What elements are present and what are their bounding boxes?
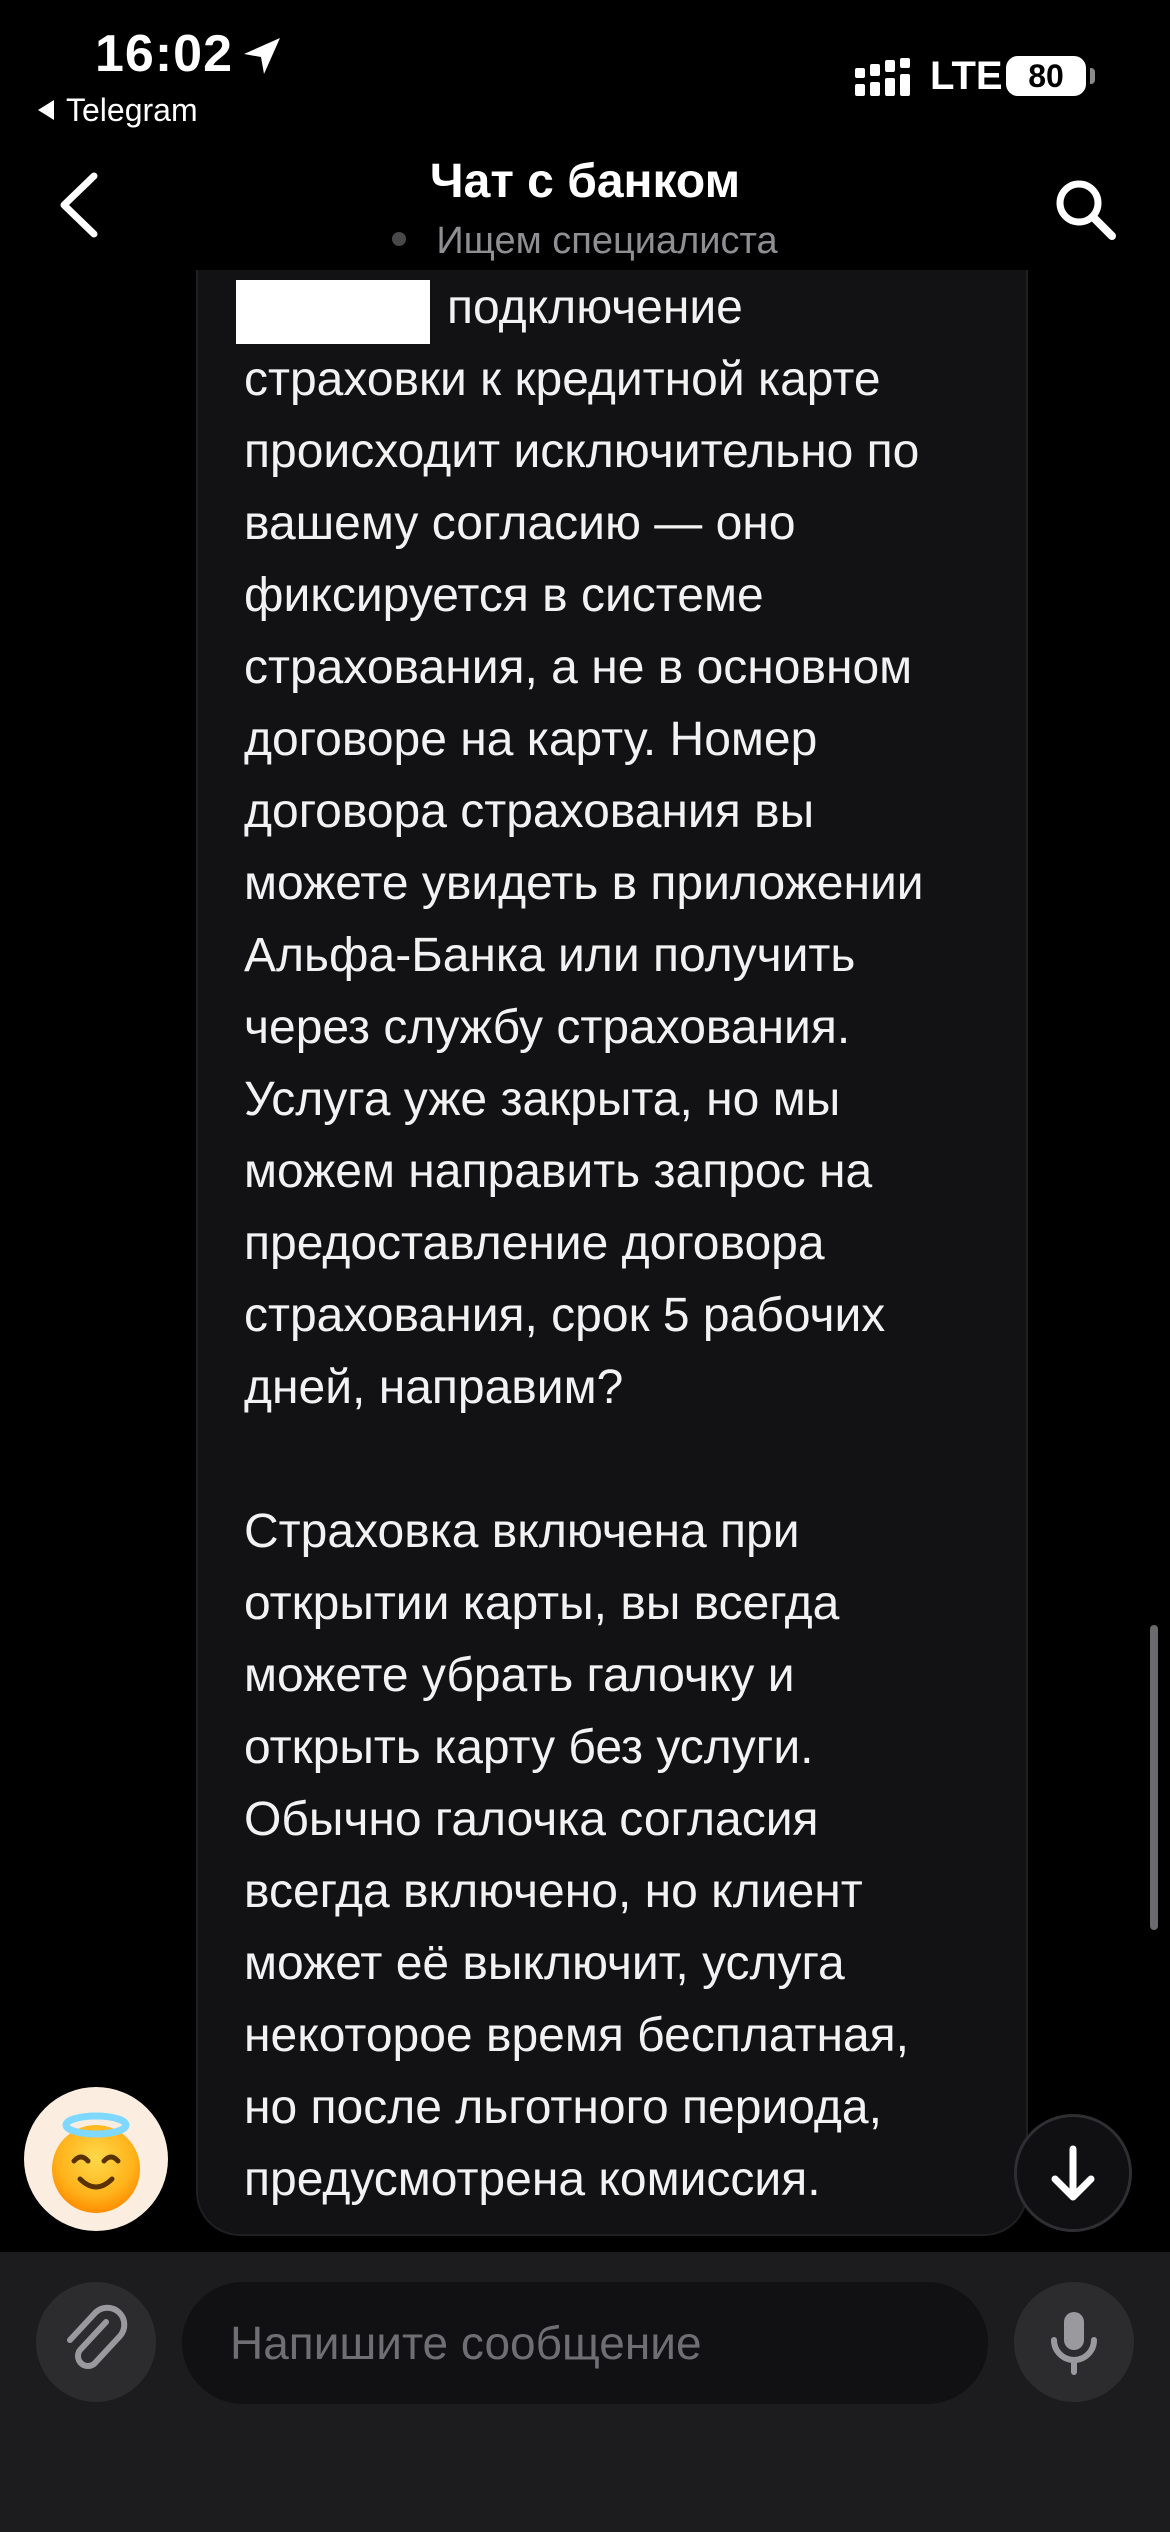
- scroll-to-bottom-button[interactable]: [1014, 2114, 1132, 2232]
- status-dot: [392, 231, 407, 246]
- cellular-signal-icon: [855, 58, 911, 98]
- back-app-label: Telegram: [66, 92, 198, 128]
- back-triangle-icon: [38, 99, 54, 120]
- location-arrow-icon: [240, 34, 284, 78]
- arrow-down-icon: [1051, 2145, 1095, 2201]
- attach-button[interactable]: [36, 2282, 156, 2402]
- search-button[interactable]: [1052, 176, 1120, 244]
- message-text: подключение страховки к кредитной карте п…: [244, 272, 1014, 2216]
- battery-indicator: 80: [1006, 56, 1086, 96]
- status-time: 16:02: [95, 25, 233, 83]
- message-body: страховки к кредитной карте происходит и…: [244, 353, 924, 2206]
- chat-status-label: Ищем специалиста: [436, 220, 778, 262]
- message-first-line: подключение: [447, 281, 743, 334]
- microphone-button[interactable]: [1014, 2282, 1134, 2402]
- bot-avatar[interactable]: [24, 2087, 168, 2231]
- search-icon: [1056, 180, 1116, 240]
- scroll-indicator[interactable]: [1150, 1625, 1158, 1930]
- angel-face-emoji-icon: [52, 2112, 140, 2213]
- chat-status: Ищем специалиста: [0, 220, 1170, 263]
- battery-tip: [1090, 68, 1095, 84]
- back-to-telegram-link[interactable]: Telegram: [38, 92, 198, 129]
- microphone-icon: [1051, 2312, 1097, 2375]
- paperclip-icon: [67, 2304, 128, 2369]
- network-type: LTE: [930, 54, 1003, 98]
- chat-title[interactable]: Чат с банком: [0, 154, 1170, 209]
- message-input[interactable]: [182, 2282, 988, 2404]
